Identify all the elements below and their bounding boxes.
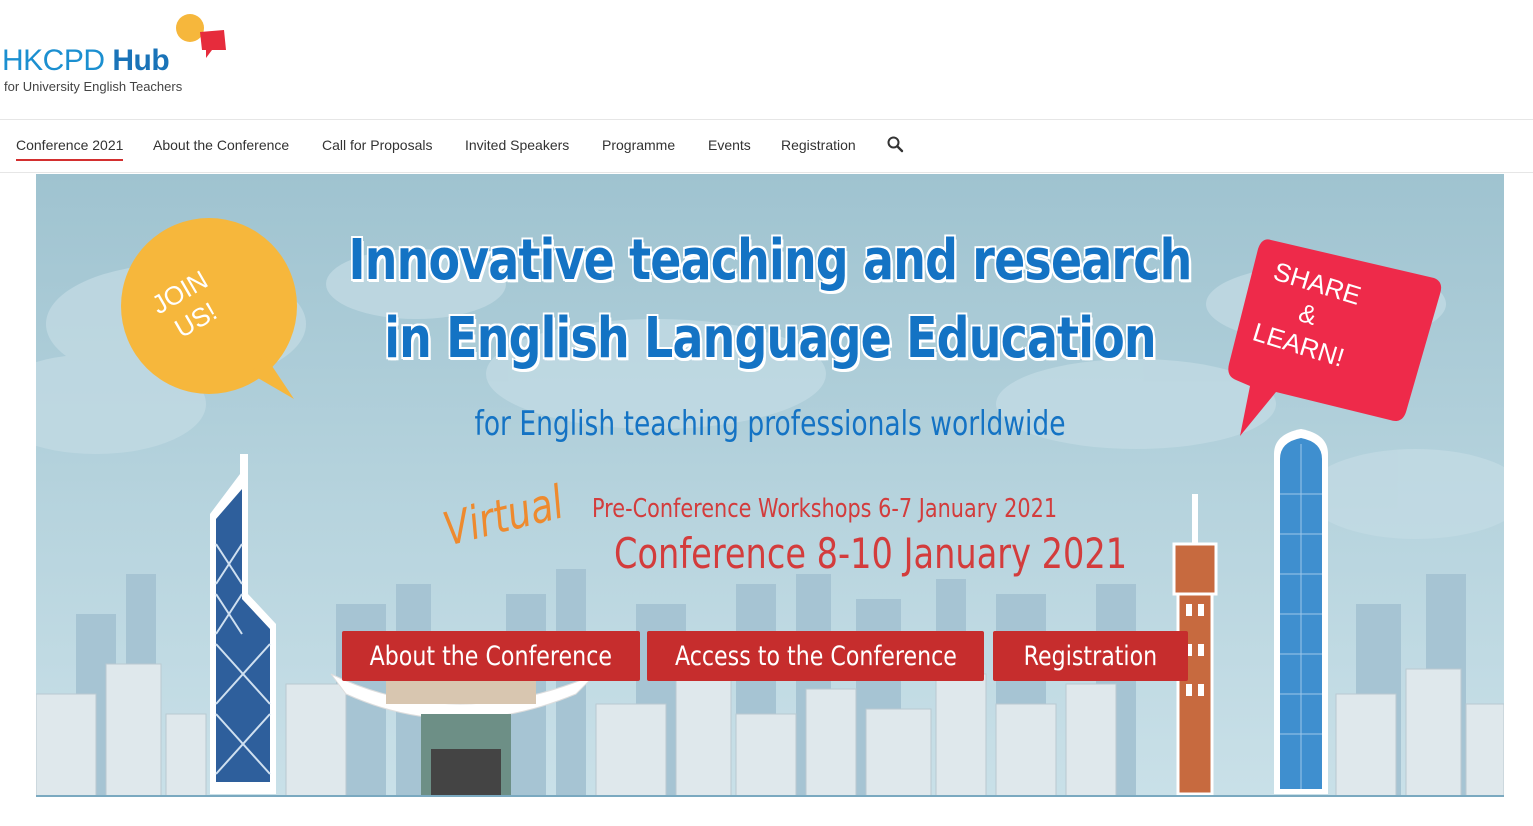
headline-line-1: Innovative teaching and research [348,228,1192,293]
hero-banner: JOIN US! SHARE & LEARN! Innovative teaching… [36,174,1504,796]
conference-dates: Conference 8-10 January 2021 [614,529,1128,578]
nav-item-call-for-proposals[interactable]: Call for Proposals [322,137,433,153]
site-logo[interactable]: HKCPD Hub for University English Teacher… [0,10,240,110]
preconference-dates: Pre-Conference Workshops 6-7 January 202… [592,494,1058,524]
logo-subtitle: for University English Teachers [4,79,183,94]
banner-bottom-border [36,795,1504,797]
speech-bubbles-icon [176,14,226,58]
about-the-conference-button[interactable]: About the Conference [342,631,640,681]
nav-item-programme[interactable]: Programme [602,137,675,153]
nav-item-invited-speakers[interactable]: Invited Speakers [465,137,569,153]
main-nav: Conference 2021 About the Conference Cal… [0,120,1533,172]
search-icon[interactable] [886,135,904,153]
registration-button[interactable]: Registration [993,631,1188,681]
nav-item-conference-2021[interactable]: Conference 2021 [16,137,124,161]
subheadline: for English teaching professionals world… [474,404,1066,444]
nav-divider [0,172,1533,173]
access-to-the-conference-button[interactable]: Access to the Conference [647,631,984,681]
nav-item-events[interactable]: Events [708,137,751,153]
nav-item-about-the-conference[interactable]: About the Conference [153,137,289,153]
headline-line-2: in English Language Education [384,306,1156,371]
nav-item-registration[interactable]: Registration [781,137,856,153]
logo-title: HKCPD Hub [2,44,170,77]
